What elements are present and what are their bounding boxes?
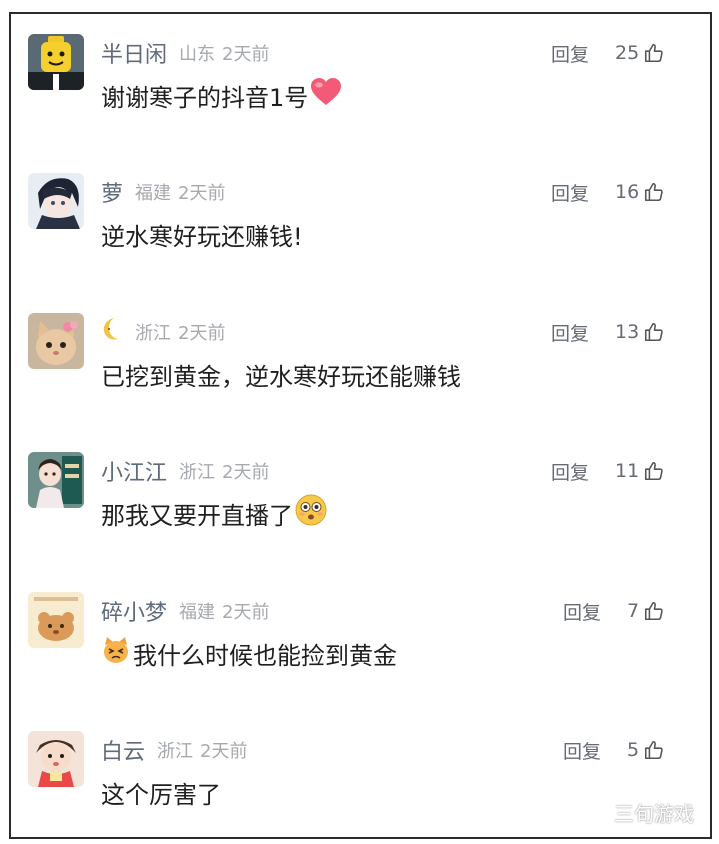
comment-actions: 回复 5 — [563, 735, 665, 765]
timestamp: 2天前 — [222, 602, 270, 623]
comment-actions: 回复 11 — [551, 456, 665, 486]
comment-text-content: 已挖到黄金，逆水寒好玩还能赚钱 — [101, 362, 461, 391]
comment-text: 谢谢寒子的抖音1号 — [101, 78, 342, 112]
timestamp: 2天前 — [200, 741, 248, 762]
comment-actions: 回复 7 — [563, 596, 665, 626]
location: 山东 — [179, 44, 216, 65]
avatar[interactable] — [28, 592, 84, 648]
like-button[interactable]: 16 — [615, 181, 665, 203]
username[interactable]: 碎小梦 — [101, 595, 167, 627]
reply-button[interactable]: 回复 — [551, 179, 589, 206]
timestamp: 2天前 — [222, 44, 270, 65]
comment-text: 已挖到黄金，逆水寒好玩还能赚钱 — [101, 357, 461, 391]
comment-item: 小江江 浙江 2天前 回复 11 那我又要开直播了 — [11, 432, 710, 562]
like-count: 13 — [615, 321, 640, 343]
comment-meta: 碎小梦 福建 2天前 — [101, 596, 269, 626]
comment-meta: 萝 福建 2天前 — [101, 177, 225, 207]
location: 浙江 — [179, 462, 216, 483]
avatar[interactable] — [28, 173, 84, 229]
comment-item: 白云 浙江 2天前 回复 5 这个厉害了 — [11, 711, 710, 841]
comment-actions: 回复 16 — [551, 177, 665, 207]
heart-emoji — [310, 77, 342, 113]
reply-button[interactable]: 回复 — [563, 737, 601, 764]
moon-icon — [101, 316, 123, 348]
avatar[interactable] — [28, 34, 84, 90]
thumbs-up-icon[interactable] — [643, 42, 665, 64]
comment-item: 浙江 2天前 回复 13 已挖到黄金，逆水寒好玩还能赚钱 — [11, 293, 710, 423]
comment-list: 半日闲 山东 2天前 回复 25 谢谢寒子的抖音1号 萝 福建 2天前 回复 1… — [9, 12, 712, 839]
location: 浙江 — [157, 741, 194, 762]
reply-button[interactable]: 回复 — [551, 319, 589, 346]
comment-meta: 小江江 浙江 2天前 — [101, 456, 269, 486]
comment-text: 逆水寒好玩还赚钱! — [101, 217, 303, 251]
cat-face-emoji — [101, 635, 131, 671]
avatar[interactable] — [28, 731, 84, 787]
thumbs-up-icon[interactable] — [643, 600, 665, 622]
reply-button[interactable]: 回复 — [551, 458, 589, 485]
like-button[interactable]: 13 — [615, 321, 665, 343]
comment-text-content: 我什么时候也能捡到黄金 — [133, 641, 397, 670]
reply-button[interactable]: 回复 — [563, 598, 601, 625]
comment-item: 萝 福建 2天前 回复 16 逆水寒好玩还赚钱! — [11, 153, 710, 283]
comment-item: 半日闲 山东 2天前 回复 25 谢谢寒子的抖音1号 — [11, 14, 710, 144]
avatar[interactable] — [28, 313, 84, 369]
like-button[interactable]: 25 — [615, 42, 665, 64]
like-count: 11 — [615, 460, 640, 482]
comment-meta: 半日闲 山东 2天前 — [101, 38, 269, 68]
comment-meta: 白云 浙江 2天前 — [101, 735, 247, 765]
username[interactable]: 白云 — [101, 734, 145, 766]
avatar[interactable] — [28, 452, 84, 508]
location: 浙江 — [135, 323, 171, 344]
like-count: 25 — [615, 42, 640, 64]
thumbs-up-icon[interactable] — [643, 321, 665, 343]
comment-text: 我什么时候也能捡到黄金 — [101, 636, 397, 670]
like-count: 16 — [615, 181, 640, 203]
location: 福建 — [179, 602, 216, 623]
like-button[interactable]: 7 — [627, 600, 665, 622]
flushed-face-emoji — [295, 494, 327, 532]
timestamp: 2天前 — [178, 323, 226, 344]
comment-meta: 浙江 2天前 — [101, 317, 225, 347]
username[interactable]: 小江江 — [101, 455, 167, 487]
thumbs-up-icon[interactable] — [643, 181, 665, 203]
location: 福建 — [135, 183, 172, 204]
comment-text: 这个厉害了 — [101, 775, 221, 809]
like-count: 5 — [627, 739, 640, 761]
comment-text-content: 这个厉害了 — [101, 780, 221, 809]
comment-text-content: 逆水寒好玩还赚钱! — [101, 222, 303, 251]
comment-actions: 回复 13 — [551, 317, 665, 347]
like-count: 7 — [627, 600, 640, 622]
username[interactable]: 萝 — [101, 176, 123, 208]
thumbs-up-icon[interactable] — [643, 460, 665, 482]
username[interactable]: 半日闲 — [101, 37, 167, 69]
comment-actions: 回复 25 — [551, 38, 665, 68]
timestamp: 2天前 — [178, 183, 226, 204]
timestamp: 2天前 — [222, 462, 270, 483]
comment-text: 那我又要开直播了 — [101, 494, 327, 532]
like-button[interactable]: 5 — [627, 739, 665, 761]
reply-button[interactable]: 回复 — [551, 40, 589, 67]
comment-text-content: 谢谢寒子的抖音1号 — [101, 83, 309, 112]
thumbs-up-icon[interactable] — [643, 739, 665, 761]
comment-item: 碎小梦 福建 2天前 回复 7 我什么时候也能捡到黄金 — [11, 572, 710, 702]
watermark: 三旬游戏 — [614, 802, 694, 826]
like-button[interactable]: 11 — [615, 460, 665, 482]
comment-text-content: 那我又要开直播了 — [101, 501, 293, 530]
